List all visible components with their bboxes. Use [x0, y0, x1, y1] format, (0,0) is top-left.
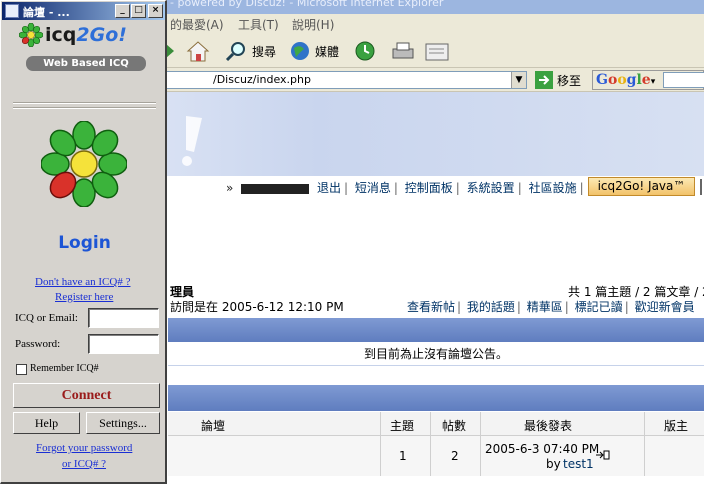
col-forum: 論壇 — [201, 419, 226, 433]
media-icon — [291, 42, 309, 60]
refresh-icon — [166, 44, 174, 58]
logo-suffix: 2Go! — [76, 24, 127, 46]
menu-help[interactable]: 說明(H) — [292, 16, 334, 33]
forgot-password-link[interactable]: Forgot your password — [36, 442, 132, 454]
forgot-icq-link[interactable]: or ICQ# ? — [62, 458, 106, 470]
email-field[interactable] — [88, 308, 159, 328]
menu-tools[interactable]: 工具(T) — [238, 16, 279, 33]
settings-button[interactable]: Settings... — [86, 412, 160, 434]
forum-list-header-bar — [168, 385, 704, 411]
print-button[interactable] — [390, 38, 416, 64]
row-by-label: by — [546, 457, 561, 471]
printer-icon — [392, 42, 414, 59]
connect-button[interactable]: Connect — [13, 383, 160, 408]
no-icq-link[interactable]: Don't have an ICQ# ? — [35, 276, 130, 288]
web-based-icq-badge: Web Based ICQ — [26, 56, 146, 71]
last-visit-text: 訪問是在 2005-6-12 12:10 PM — [170, 300, 344, 314]
col-moderator: 版主 — [664, 419, 689, 433]
home-icon — [186, 41, 210, 62]
menu-favorites[interactable]: 的最愛(A) — [170, 16, 224, 33]
nav-messages[interactable]: 短消息 — [355, 181, 391, 195]
media-label: 媒體 — [315, 44, 340, 59]
link-my-topics[interactable]: 我的話題 — [467, 300, 515, 314]
minimize-button[interactable]: _ — [115, 4, 130, 18]
remember-label: Remember ICQ# — [30, 363, 99, 374]
email-label: ICQ or Email: — [15, 312, 78, 324]
link-digest[interactable]: 精華區 — [527, 300, 563, 314]
history-button[interactable] — [353, 38, 377, 64]
password-label: Password: — [15, 338, 61, 350]
nav-divider — [700, 179, 702, 195]
password-field[interactable] — [88, 334, 159, 354]
announcement-text: 到目前為止沒有論壇公告。 — [168, 342, 704, 366]
google-logo[interactable]: Google▾ — [593, 72, 655, 88]
ie-title-text: - powered by Discuz! - Microsoft Interne… — [170, 0, 444, 9]
col-topics: 主題 — [390, 419, 415, 433]
google-toolbar: Google▾ — [592, 70, 704, 90]
table-row: 1 2 2005-6-3 07:40 PM by test1 — [168, 436, 704, 476]
row-last-poster[interactable]: test1 — [563, 457, 594, 471]
close-button[interactable]: × — [148, 4, 163, 18]
icq2go-java-button[interactable]: icq2Go! Java™ — [588, 177, 695, 196]
col-last-post: 最後發表 — [524, 419, 573, 433]
icq-flower-icon — [41, 121, 127, 207]
nav-community[interactable]: 社區設施 — [529, 181, 577, 195]
goto-last-post-icon[interactable] — [596, 450, 610, 460]
document-icon — [425, 43, 449, 61]
divider — [13, 107, 156, 109]
refresh-button[interactable] — [166, 38, 180, 64]
maximize-button[interactable]: □ — [131, 4, 146, 18]
search-icon — [225, 42, 245, 62]
user-nav: » 退出 | 短消息 | 控制面板 | 系統設置 | 社區設施 | — [226, 181, 584, 195]
go-label: 移至 — [557, 73, 582, 88]
forum-table-header: 論壇 主題 帖數 最後發表 版主 — [168, 412, 704, 436]
link-welcome[interactable]: 歡迎新會員 — [635, 300, 695, 314]
window-system-icon[interactable] — [5, 4, 19, 18]
username-redacted — [241, 183, 310, 194]
help-button[interactable]: Help — [13, 412, 80, 434]
row-topics: 1 — [399, 449, 407, 463]
address-dropdown-button[interactable]: ▼ — [511, 72, 526, 88]
register-link[interactable]: Register here — [55, 291, 113, 303]
icq2go-title-bar[interactable]: 論壇 - ... _ □ × — [2, 2, 165, 20]
home-button[interactable] — [186, 38, 210, 64]
go-button[interactable]: 移至 — [535, 71, 581, 89]
link-mark-read[interactable]: 標記已讀 — [575, 300, 623, 314]
forum-quick-links: 查看新帖 | 我的話題 | 精華區 | 標記已讀 | 歡迎新會員 — [407, 300, 695, 314]
go-arrow-icon — [535, 71, 553, 89]
remember-checkbox[interactable] — [16, 364, 27, 375]
nav-settings[interactable]: 系統設置 — [467, 181, 515, 195]
announcement-header-bar — [168, 318, 704, 342]
address-input[interactable]: /Discuz/index.php ▼ — [160, 71, 527, 89]
nav-logout[interactable]: 退出 — [317, 181, 341, 195]
row-posts: 2 — [451, 449, 459, 463]
search-label: 搜尋 — [252, 44, 277, 59]
google-search-input[interactable] — [663, 72, 704, 88]
address-text: /Discuz/index.php — [213, 73, 311, 86]
icq2go-logo: icq2Go! — [19, 23, 127, 47]
col-posts: 帖數 — [442, 419, 467, 433]
icq2go-window-title: 論壇 - ... — [23, 6, 70, 19]
history-icon — [355, 41, 375, 61]
row-last-post-date[interactable]: 2005-6-3 07:40 PM — [485, 442, 599, 456]
edit-button[interactable] — [424, 38, 450, 64]
banner-logo-icon — [182, 116, 202, 166]
login-heading: Login — [58, 233, 111, 253]
search-button[interactable]: 搜尋 — [225, 38, 276, 64]
divider — [13, 102, 156, 104]
nav-control-panel[interactable]: 控制面板 — [405, 181, 453, 195]
icq-small-flower-icon — [19, 23, 43, 47]
media-button[interactable]: 媒體 — [288, 38, 339, 64]
link-new-posts[interactable]: 查看新帖 — [407, 300, 455, 314]
logo-prefix: icq — [45, 24, 77, 46]
icq2go-window: 論壇 - ... _ □ × icq2Go! Web Based ICQ Log… — [0, 0, 167, 484]
